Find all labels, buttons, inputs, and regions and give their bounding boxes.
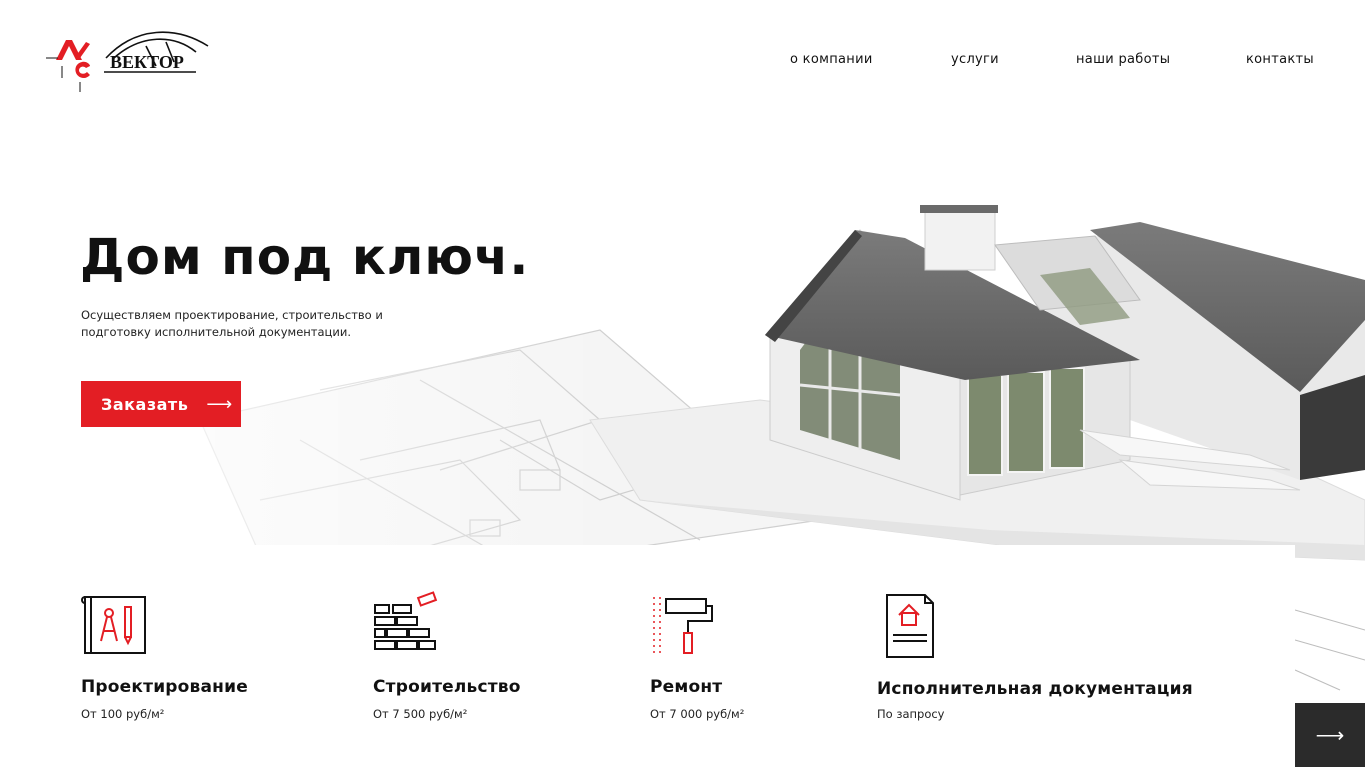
- brick-wall-icon: [374, 591, 438, 650]
- service-price: От 100 руб/м²: [81, 707, 165, 721]
- nav-link-services[interactable]: услуги: [951, 52, 999, 67]
- next-slide-button[interactable]: ⟶: [1295, 703, 1365, 767]
- order-button-label: Заказать: [101, 394, 189, 414]
- service-title: Ремонт: [650, 677, 723, 697]
- paint-roller-icon: [653, 597, 713, 655]
- order-button[interactable]: Заказать ⟶: [81, 381, 241, 427]
- hero-subtitle: Осуществляем проектирование, строительст…: [81, 308, 383, 339]
- service-price: По запросу: [877, 707, 945, 721]
- nav-link-works[interactable]: наши работы: [1076, 52, 1170, 67]
- house-document-icon: [886, 594, 934, 658]
- service-price: От 7 500 руб/м²: [373, 707, 468, 721]
- services-panel: Проектирование От 100 руб/м² Строительст…: [0, 545, 1295, 767]
- service-price: От 7 000 руб/м²: [650, 707, 745, 721]
- nav-link-about[interactable]: о компании: [790, 52, 873, 67]
- blueprint-compass-icon: [81, 596, 146, 654]
- main-nav: о компании услуги наши работы контакты: [0, 52, 1365, 72]
- arrow-right-icon: ⟶: [206, 393, 233, 415]
- nav-link-contacts[interactable]: контакты: [1246, 52, 1314, 67]
- hero-title: Дом под ключ.: [80, 228, 530, 286]
- service-title: Исполнительная документация: [877, 679, 1193, 699]
- service-title: Строительство: [373, 677, 521, 697]
- arrow-right-icon: ⟶: [1315, 724, 1345, 747]
- service-title: Проектирование: [81, 677, 248, 697]
